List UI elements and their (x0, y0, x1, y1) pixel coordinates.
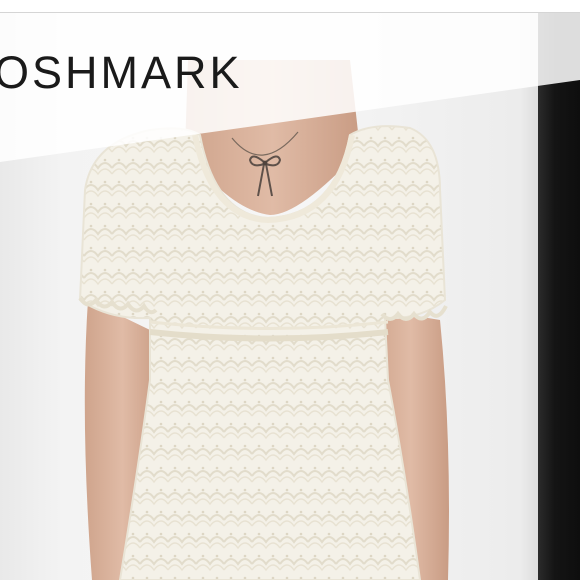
brand-banner (0, 0, 580, 200)
top-divider (0, 0, 580, 13)
listing-photo-screen: OSHMARK (0, 0, 580, 580)
poshmark-wordmark[interactable]: OSHMARK (0, 50, 243, 95)
